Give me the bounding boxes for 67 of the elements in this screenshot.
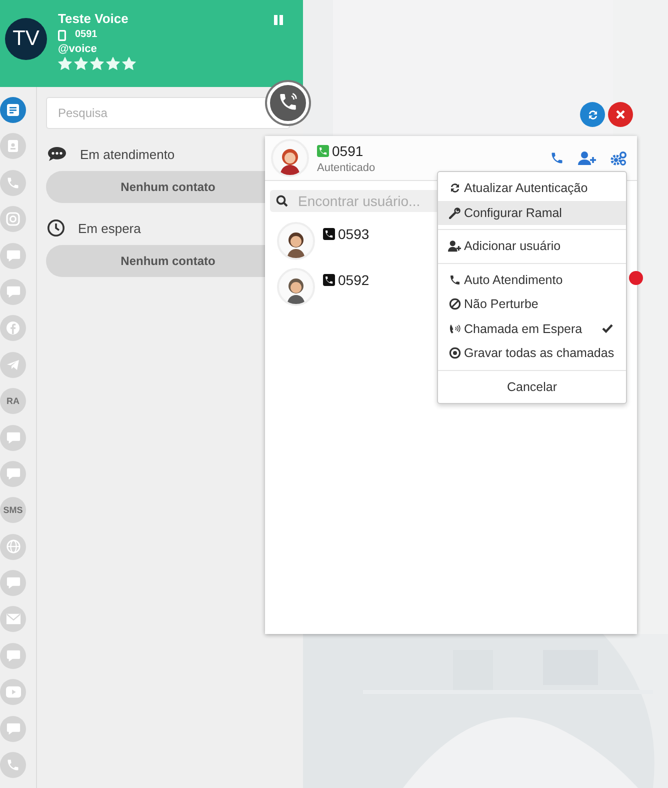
chat-bubble-icon [6, 466, 20, 481]
search-field[interactable]: Pesquisa [46, 97, 290, 129]
cancel-button[interactable]: Cancelar [438, 374, 626, 398]
extension-number: 0592 [338, 272, 370, 288]
chat-bubble-icon [6, 648, 20, 663]
chat-bubble-icon [6, 284, 20, 299]
star-icon [122, 57, 136, 70]
channel-button[interactable] [0, 97, 26, 123]
chat-bubble-icon [6, 430, 20, 445]
refresh-icon [586, 108, 598, 120]
refresh-icon [448, 182, 460, 194]
extension-number: 0591 [75, 29, 98, 41]
globe-icon [6, 539, 20, 554]
chat-bubble-icon [6, 722, 20, 736]
section-title: Em atendimento [80, 146, 175, 162]
settings-icon[interactable] [610, 150, 627, 166]
profile-handle: @voice [58, 42, 98, 56]
phone-icon [317, 144, 329, 156]
record-icon [448, 347, 460, 360]
call-button[interactable] [267, 82, 309, 124]
pause-icon[interactable] [274, 15, 283, 25]
paper-plane-icon [6, 358, 20, 372]
add-user-icon[interactable] [578, 151, 596, 165]
user-search-field[interactable]: Encontrar usuário... [270, 190, 440, 212]
menu-item[interactable]: Não Perturbe [438, 292, 626, 316]
contact-card-icon [6, 139, 20, 154]
play-icon [6, 686, 20, 698]
star-icon [90, 57, 104, 70]
avatar: TV [5, 18, 47, 60]
facebook-icon [6, 321, 20, 336]
ban-icon [448, 298, 460, 310]
add-user-icon [448, 240, 461, 252]
avatar [271, 139, 309, 177]
phone-icon [323, 274, 335, 286]
menu-item[interactable]: Chamada em Espera [438, 316, 626, 341]
chat-icon [47, 146, 67, 162]
wrench-icon [448, 206, 460, 219]
phone-icon [6, 176, 20, 190]
chat-bubble-icon [6, 576, 20, 590]
extension-number: 0591 [332, 142, 364, 158]
menu-item[interactable]: Auto Atendimento [438, 268, 626, 292]
status-text: Autenticado [317, 162, 376, 174]
menu-item[interactable]: Gravar todas as chamadas [438, 341, 626, 366]
star-icon [106, 57, 120, 70]
list-icon [6, 103, 20, 117]
phone-icon [448, 274, 460, 286]
avatar [277, 268, 315, 306]
menu-item[interactable]: Configurar Ramal [438, 200, 626, 225]
mail-icon [6, 613, 20, 626]
camera-icon [6, 212, 20, 226]
extension-number: 0593 [338, 226, 370, 242]
phone-icon [6, 758, 20, 772]
star-icon [58, 57, 72, 70]
phone-icon[interactable] [550, 151, 564, 165]
clock-icon [47, 219, 65, 237]
menu-item[interactable]: Atualizar Autenticação [438, 176, 626, 200]
avatar [277, 222, 315, 260]
ringing-phone-icon [448, 322, 461, 335]
section-title: Em espera [78, 220, 141, 236]
profile-name: Teste Voice [58, 11, 130, 27]
star-icon [74, 57, 88, 70]
search-icon [276, 195, 288, 207]
mobile-phone-icon [58, 30, 66, 40]
chat-bubble-icon [6, 248, 20, 263]
menu-item[interactable]: Adicionar usuário [438, 234, 626, 258]
phone-icon [323, 228, 335, 240]
close-icon [616, 110, 625, 119]
